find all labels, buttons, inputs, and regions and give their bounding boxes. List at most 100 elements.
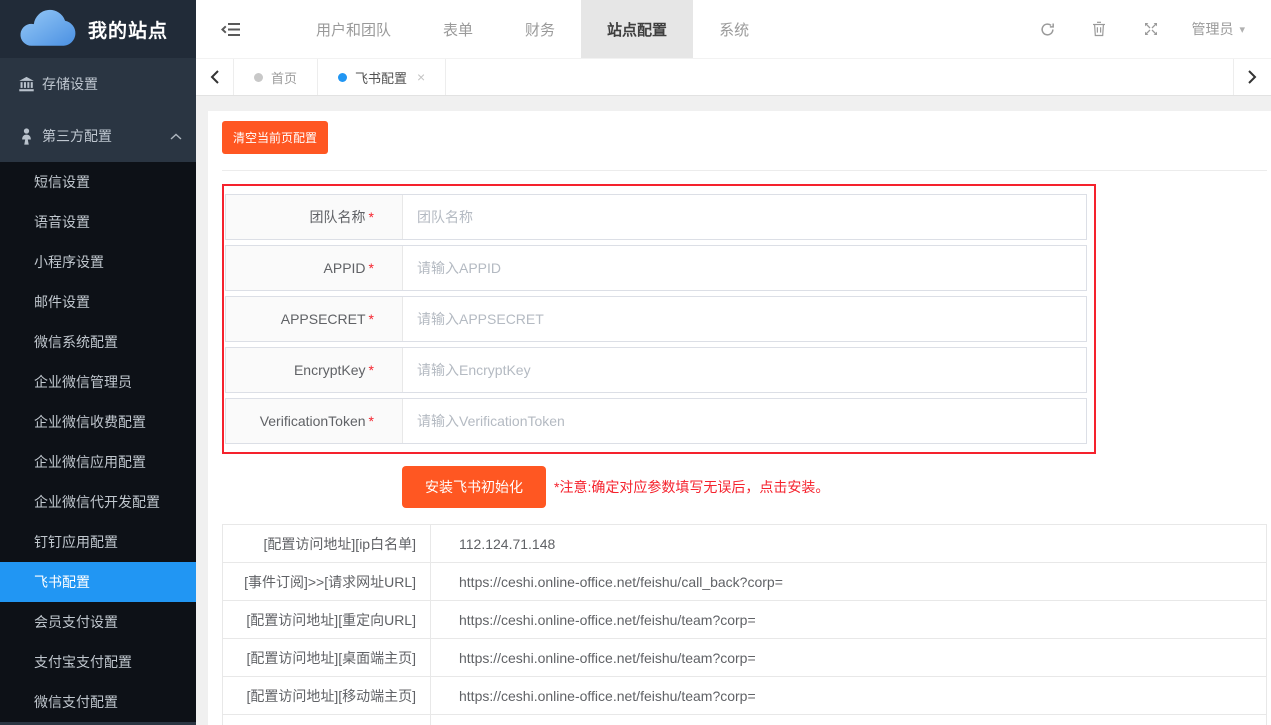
form-row-appsecret: APPSECRET *: [225, 296, 1087, 342]
nav-item-forms[interactable]: 表单: [417, 0, 499, 58]
info-value: 112.124.71.148: [431, 525, 1267, 563]
tab-label: 飞书配置: [355, 68, 407, 87]
sidebar-item-wechat-system[interactable]: 微信系统配置: [0, 322, 196, 362]
caret-down-icon: ▾: [1239, 23, 1245, 36]
label-text: APPSECRET: [281, 311, 366, 327]
install-note: *注意:确定对应参数填写无误后，点击安装。: [554, 477, 829, 497]
form-row-verificationtoken: VerificationToken *: [225, 398, 1087, 444]
install-row: 安装飞书初始化 *注意:确定对应参数填写无误后，点击安装。: [402, 466, 1267, 508]
label-text: EncryptKey: [294, 362, 366, 378]
label-text: APPID: [324, 260, 366, 276]
topbar-right: 管理员 ▾: [1021, 0, 1271, 58]
admin-label: 管理员: [1191, 19, 1233, 39]
tab-feishu-config[interactable]: 飞书配置 ×: [318, 59, 446, 95]
content-panel: 清空当前页配置 团队名称 * APPID * APPSECRET: [208, 111, 1271, 725]
divider: [222, 170, 1267, 171]
nav-item-site-config[interactable]: 站点配置: [581, 0, 693, 58]
required-mark: *: [369, 362, 374, 378]
field-label: VerificationToken *: [226, 399, 403, 443]
info-value: https://ceshi.online-office.net/feishu/t…: [431, 677, 1267, 715]
sidebar-item-member-pay[interactable]: 会员支付设置: [0, 602, 196, 642]
tab-dot-icon: [338, 73, 347, 82]
sidebar-item-miniprogram[interactable]: 小程序设置: [0, 242, 196, 282]
sidebar-item-sms[interactable]: 短信设置: [0, 162, 196, 202]
field-label: EncryptKey *: [226, 348, 403, 392]
sidebar-item-storage[interactable]: 存储设置: [0, 58, 196, 110]
table-row: [配置访问地址][重定向URL] https://ceshi.online-of…: [223, 601, 1267, 639]
menu-fold-icon: [221, 22, 241, 37]
info-value: https://ceshi.online-office.net/feishu/t…: [431, 715, 1267, 725]
verificationtoken-input[interactable]: [403, 399, 1086, 443]
menu-fold-button[interactable]: [196, 0, 266, 58]
brand-logo[interactable]: 我的站点: [0, 0, 196, 58]
fullscreen-icon: [1144, 22, 1158, 36]
trash-button[interactable]: [1073, 21, 1125, 37]
chevron-right-icon: [1248, 70, 1257, 84]
sidebar-item-wecom-billing[interactable]: 企业微信收费配置: [0, 402, 196, 442]
required-mark: *: [369, 413, 374, 429]
sidebar-item-feishu[interactable]: 飞书配置: [0, 562, 196, 602]
encryptkey-input[interactable]: [403, 348, 1086, 392]
config-info-table: [配置访问地址][ip白名单] 112.124.71.148 [事件订阅]>>[…: [222, 524, 1267, 725]
refresh-button[interactable]: [1021, 22, 1073, 37]
tab-label: 首页: [271, 68, 297, 87]
sidebar-item-dingtalk[interactable]: 钉钉应用配置: [0, 522, 196, 562]
sidebar-item-wechat-pay[interactable]: 微信支付配置: [0, 682, 196, 722]
person-icon: [18, 128, 35, 145]
sidebar-item-wecom-admin[interactable]: 企业微信管理员: [0, 362, 196, 402]
info-label: [事件订阅]>>[请求网址URL]: [223, 563, 431, 601]
required-mark: *: [369, 311, 374, 327]
tabs-scroll-right-button[interactable]: [1233, 59, 1271, 95]
sidebar-item-alipay[interactable]: 支付宝支付配置: [0, 642, 196, 682]
trash-icon: [1092, 21, 1106, 37]
field-label: APPSECRET *: [226, 297, 403, 341]
info-value: https://ceshi.online-office.net/feishu/t…: [431, 639, 1267, 677]
field-label: APPID *: [226, 246, 403, 290]
field-label: 团队名称 *: [226, 195, 403, 239]
table-row: [配置访问地址][管理主页地址] https://ceshi.online-of…: [223, 715, 1267, 725]
sidebar-item-mail[interactable]: 邮件设置: [0, 282, 196, 322]
sidebar-item-label: 存储设置: [42, 74, 182, 94]
fullscreen-button[interactable]: [1125, 22, 1177, 36]
tabs-spacer: [446, 59, 1233, 95]
refresh-icon: [1040, 22, 1055, 37]
feishu-config-form: 团队名称 * APPID * APPSECRET *: [222, 184, 1096, 454]
install-feishu-button[interactable]: 安装飞书初始化: [402, 466, 546, 508]
sidebar-item-wecom-app[interactable]: 企业微信应用配置: [0, 442, 196, 482]
required-mark: *: [369, 260, 374, 276]
brand-title: 我的站点: [88, 16, 168, 43]
info-label: [配置访问地址][重定向URL]: [223, 601, 431, 639]
form-row-encryptkey: EncryptKey *: [225, 347, 1087, 393]
chevron-left-icon: [210, 70, 219, 84]
label-text: 团队名称: [310, 207, 366, 227]
bank-icon: [18, 76, 35, 93]
nav-item-finance[interactable]: 财务: [499, 0, 581, 58]
chevron-up-icon: [170, 133, 182, 140]
workspace: 清空当前页配置 团队名称 * APPID * APPSECRET: [196, 96, 1271, 725]
admin-menu[interactable]: 管理员 ▾: [1191, 19, 1245, 39]
info-label: [配置访问地址][移动端主页]: [223, 677, 431, 715]
appsecret-input[interactable]: [403, 297, 1086, 341]
appid-input[interactable]: [403, 246, 1086, 290]
table-row: [事件订阅]>>[请求网址URL] https://ceshi.online-o…: [223, 563, 1267, 601]
nav-item-system[interactable]: 系统: [693, 0, 775, 58]
sidebar-item-label: 第三方配置: [42, 126, 170, 146]
form-row-team-name: 团队名称 *: [225, 194, 1087, 240]
top-navbar: 用户和团队 表单 财务 站点配置 系统 管理员 ▾: [196, 0, 1271, 58]
close-icon[interactable]: ×: [417, 69, 425, 85]
tabs-scroll-left-button[interactable]: [196, 59, 234, 95]
nav-item-users-teams[interactable]: 用户和团队: [290, 0, 417, 58]
clear-page-config-button[interactable]: 清空当前页配置: [222, 121, 328, 154]
top-nav-items: 用户和团队 表单 财务 站点配置 系统: [290, 0, 775, 58]
tab-home[interactable]: 首页: [234, 59, 318, 95]
info-label: [配置访问地址][ip白名单]: [223, 525, 431, 563]
team-name-input[interactable]: [403, 195, 1086, 239]
info-label: [配置访问地址][桌面端主页]: [223, 639, 431, 677]
sidebar-item-voice[interactable]: 语音设置: [0, 202, 196, 242]
sidebar-item-thirdparty[interactable]: 第三方配置: [0, 110, 196, 162]
required-mark: *: [369, 209, 374, 225]
sidebar-item-wecom-dev[interactable]: 企业微信代开发配置: [0, 482, 196, 522]
cloud-icon: [16, 8, 78, 50]
sidebar: 我的站点 存储设置 第三方配置 短信设置 语音设置 小程序设置 邮件设置 微信系…: [0, 0, 196, 725]
info-label: [配置访问地址][管理主页地址]: [223, 715, 431, 725]
